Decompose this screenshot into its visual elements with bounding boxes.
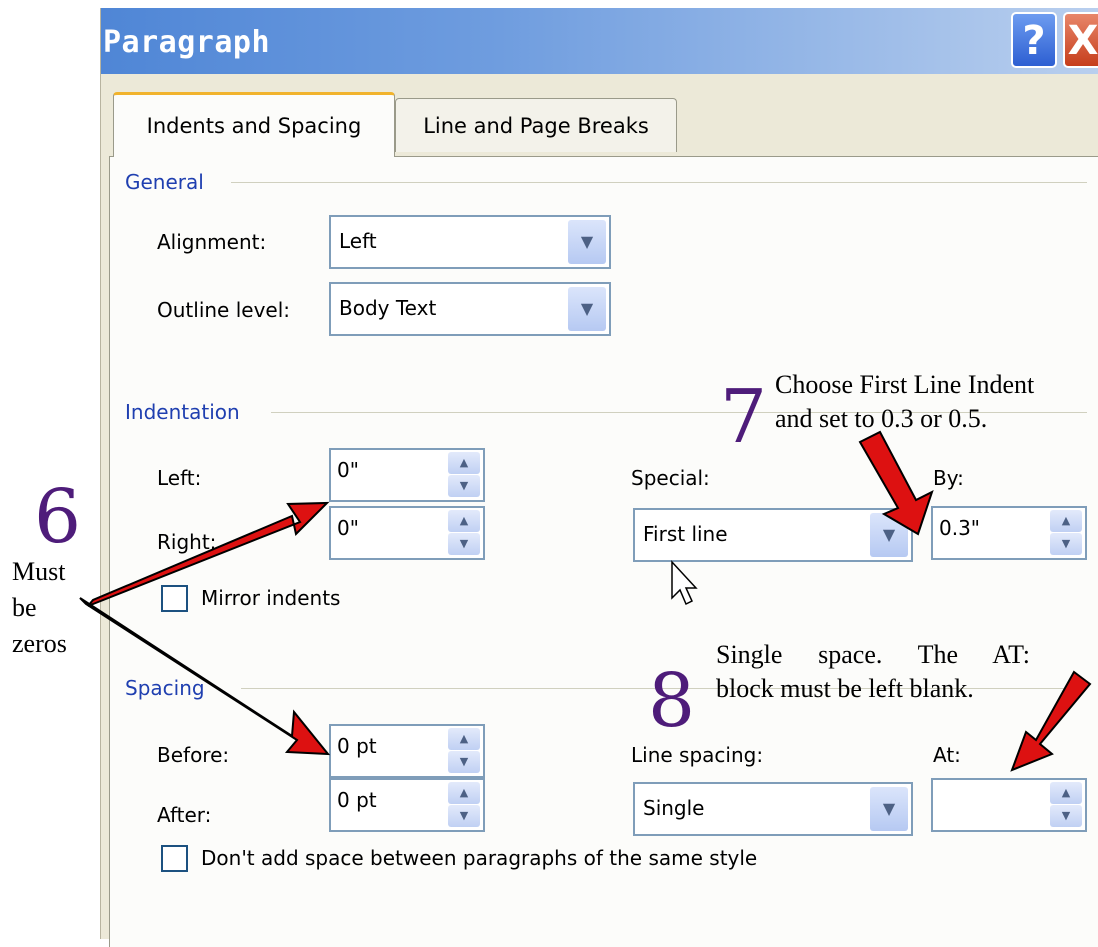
arrow-to-before-spacing [79, 597, 331, 756]
arrow-to-right-indent [87, 501, 330, 607]
step-8-note-line-2: block must be left blank. [716, 674, 974, 703]
step-6-note-line-2: be [12, 593, 37, 622]
mouse-cursor-icon [671, 560, 698, 606]
step-6-number: 6 [34, 474, 82, 560]
arrow-to-by-field [858, 430, 934, 536]
step-7-number: 7 [720, 374, 768, 460]
arrow-to-at-field [1010, 670, 1092, 772]
step-7-note-line-1: Choose First Line Indent [775, 370, 1035, 399]
step-7-note-line-2: and set to 0.3 or 0.5. [775, 404, 988, 433]
step-8-number: 8 [648, 658, 696, 744]
step-6-note-line-3: zeros [12, 629, 67, 658]
step-6-note-line-1: Must [12, 557, 66, 586]
step-8-note-line-1: Single space. The AT: [716, 640, 1030, 669]
tab-indents-and-spacing[interactable]: Indents and Spacing [113, 92, 395, 157]
